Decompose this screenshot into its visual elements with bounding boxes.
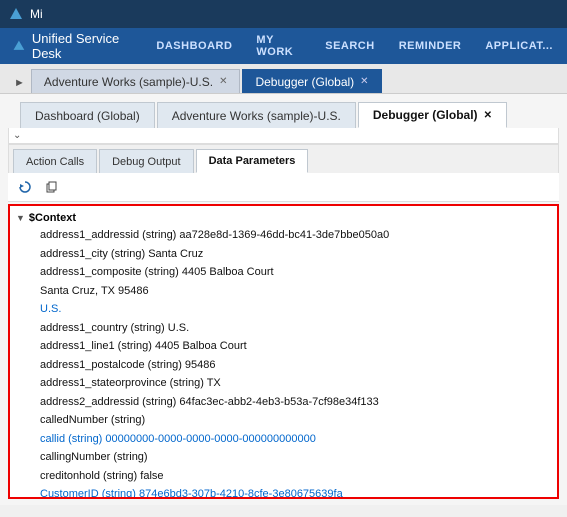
inner-tab-bar: Action Calls Debug Output Data Parameter…: [8, 144, 559, 173]
tree-item: address1_composite (string) 4405 Balboa …: [16, 263, 551, 282]
data-panel[interactable]: ▼ $Context address1_addressid (string) a…: [8, 204, 559, 499]
toolbar: [8, 173, 559, 202]
tree-item: address1_city (string) Santa Cruz: [16, 245, 551, 264]
app-icon: [8, 6, 24, 22]
tab-debugger-close-second[interactable]: ✕: [484, 110, 492, 121]
tree-item: creditonhold (string) false: [16, 467, 551, 486]
tab-debugger-global[interactable]: Debugger (Global) ✕: [242, 69, 381, 93]
expand-icon[interactable]: ⌄: [13, 130, 21, 141]
root-label: $Context: [29, 212, 76, 224]
second-tab-bar: Dashboard (Global) Adventure Works (samp…: [8, 98, 559, 128]
tree-item: calledNumber (string): [16, 411, 551, 430]
tree-item: address1_postalcode (string) 95486: [16, 356, 551, 375]
nav-item-applicat[interactable]: APPLICAT...: [483, 36, 555, 56]
copy-button[interactable]: [40, 176, 62, 198]
tab-debugger-global-second-label: Debugger (Global): [373, 108, 478, 122]
nav-item-mywork[interactable]: MY WORK: [254, 30, 303, 62]
tab-debugger-global-close[interactable]: ✕: [360, 76, 368, 87]
tab-data-parameters[interactable]: Data Parameters: [196, 149, 309, 173]
tree-item: address2_addressid (string) 64fac3ec-abb…: [16, 393, 551, 412]
tab-action-calls-label: Action Calls: [26, 156, 84, 168]
content-area: Dashboard (Global) Adventure Works (samp…: [0, 94, 567, 505]
nav-bar: Unified Service Desk DASHBOARD MY WORK S…: [0, 28, 567, 64]
tree-item: address1_stateorprovince (string) TX: [16, 374, 551, 393]
tab-dashboard-global[interactable]: Dashboard (Global): [20, 102, 155, 128]
tab-adventure-works[interactable]: Adventure Works (sample)-U.S. ✕: [31, 69, 241, 93]
tree-item: callingNumber (string): [16, 448, 551, 467]
tree-item[interactable]: CustomerID (string) 874e6bd3-307b-4210-8…: [16, 485, 551, 499]
tree-item: address1_line1 (string) 4405 Balboa Cour…: [16, 337, 551, 356]
tab-dashboard-global-label: Dashboard (Global): [35, 109, 140, 123]
tab-debug-output-label: Debug Output: [112, 156, 181, 168]
tab-scroll-left[interactable]: ►: [8, 73, 31, 93]
top-tab-bar: ► Adventure Works (sample)-U.S. ✕ Debugg…: [0, 64, 567, 94]
nav-item-dashboard[interactable]: DASHBOARD: [154, 36, 234, 56]
tab-adventure-works-label: Adventure Works (sample)-U.S.: [44, 75, 213, 89]
tab-data-parameters-label: Data Parameters: [209, 155, 296, 167]
tree-item: Santa Cruz, TX 95486: [16, 282, 551, 301]
tree-item[interactable]: callid (string) 00000000-0000-0000-0000-…: [16, 430, 551, 449]
tab-debug-output[interactable]: Debug Output: [99, 149, 194, 173]
tree-item: address1_country (string) U.S.: [16, 319, 551, 338]
nav-logo: Unified Service Desk: [12, 31, 124, 61]
tree-item: address1_addressid (string) aa728e8d-136…: [16, 226, 551, 245]
expand-row: ⌄: [8, 128, 559, 144]
tab-debugger-global-second[interactable]: Debugger (Global) ✕: [358, 102, 507, 128]
tab-adventure-works-second[interactable]: Adventure Works (sample)-U.S.: [157, 102, 356, 128]
tab-action-calls[interactable]: Action Calls: [13, 149, 97, 173]
tree-items: address1_addressid (string) aa728e8d-136…: [16, 226, 551, 499]
tab-adventure-works-close[interactable]: ✕: [219, 76, 227, 87]
tab-adventure-works-second-label: Adventure Works (sample)-U.S.: [172, 109, 341, 123]
tab-debugger-global-label: Debugger (Global): [255, 75, 354, 89]
refresh-button[interactable]: [14, 176, 36, 198]
data-tree-root: ▼ $Context: [16, 210, 551, 226]
title-bar-text: Mi: [30, 7, 559, 21]
nav-item-reminder[interactable]: REMINDER: [397, 36, 464, 56]
title-bar: Mi: [0, 0, 567, 28]
nav-logo-text: Unified Service Desk: [32, 31, 125, 61]
tree-collapse-icon[interactable]: ▼: [16, 213, 25, 223]
nav-item-search[interactable]: SEARCH: [323, 36, 376, 56]
tree-item[interactable]: U.S.: [16, 300, 551, 319]
